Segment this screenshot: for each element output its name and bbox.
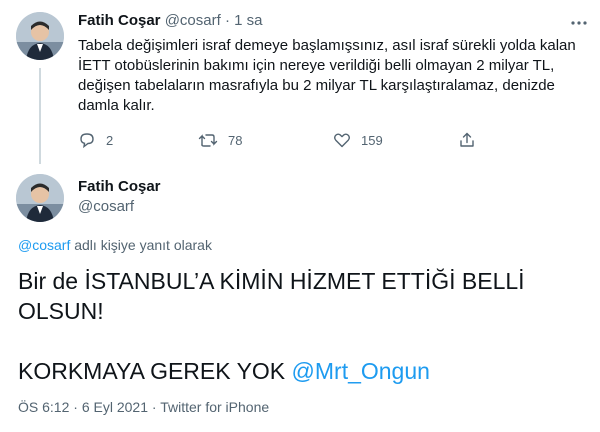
author-handle[interactable]: @cosarf: [165, 12, 221, 29]
reply-icon: [78, 131, 96, 149]
retweet-icon: [198, 131, 218, 149]
tweet-header: Fatih Coşar @cosarf · 1 sa: [78, 12, 262, 29]
like-icon: [333, 131, 351, 149]
replying-to-text: adlı kişiye yanıt olarak: [70, 237, 212, 253]
tweet-text-line2-prefix: KORKMAYA GEREK YOK: [18, 358, 292, 384]
reply-button[interactable]: 2: [78, 131, 113, 149]
separator-dot: ·: [151, 399, 157, 415]
reply-count: 2: [106, 132, 114, 148]
tweet-text-line1: Bir de İSTANBUL’A KİMİN HİZMET ETTİĞİ BE…: [18, 268, 525, 324]
tweet-text: Tabela değişimleri israf demeye başlamış…: [78, 37, 576, 114]
mention-link[interactable]: @Mrt_Ongun: [292, 358, 430, 384]
share-button[interactable]: [458, 131, 476, 149]
share-icon: [458, 131, 476, 149]
avatar[interactable]: [16, 174, 64, 222]
tweet-date[interactable]: 6 Eyl 2021: [82, 399, 148, 415]
tweet-time[interactable]: ÖS 6:12: [18, 399, 69, 415]
like-button[interactable]: 159: [333, 131, 383, 149]
tweet-text-line2: KORKMAYA GEREK YOK @Mrt_Ongun: [18, 356, 578, 386]
tweet-time[interactable]: 1 sa: [234, 12, 262, 29]
author-name[interactable]: Fatih Coşar: [78, 12, 161, 29]
retweet-button[interactable]: 78: [198, 131, 242, 149]
author-handle[interactable]: @cosarf: [78, 198, 134, 215]
more-icon[interactable]: [570, 14, 588, 37]
tweet-meta: ÖS 6:12 · 6 Eyl 2021 · Twitter for iPhon…: [18, 399, 269, 415]
retweet-count: 78: [228, 132, 243, 148]
like-count: 159: [361, 132, 383, 148]
replying-to: @cosarf adlı kişiye yanıt olarak: [18, 237, 212, 253]
thread-connector-line: [39, 68, 41, 164]
replying-to-link[interactable]: @cosarf: [18, 237, 70, 253]
tweet-source[interactable]: Twitter for iPhone: [160, 399, 269, 415]
author-name[interactable]: Fatih Coşar: [78, 178, 161, 195]
separator-dot: ·: [73, 399, 78, 415]
tweet-text: Bir de İSTANBUL’A KİMİN HİZMET ETTİĞİ BE…: [18, 266, 578, 386]
avatar[interactable]: [16, 12, 64, 60]
separator-dot: ·: [224, 12, 230, 29]
